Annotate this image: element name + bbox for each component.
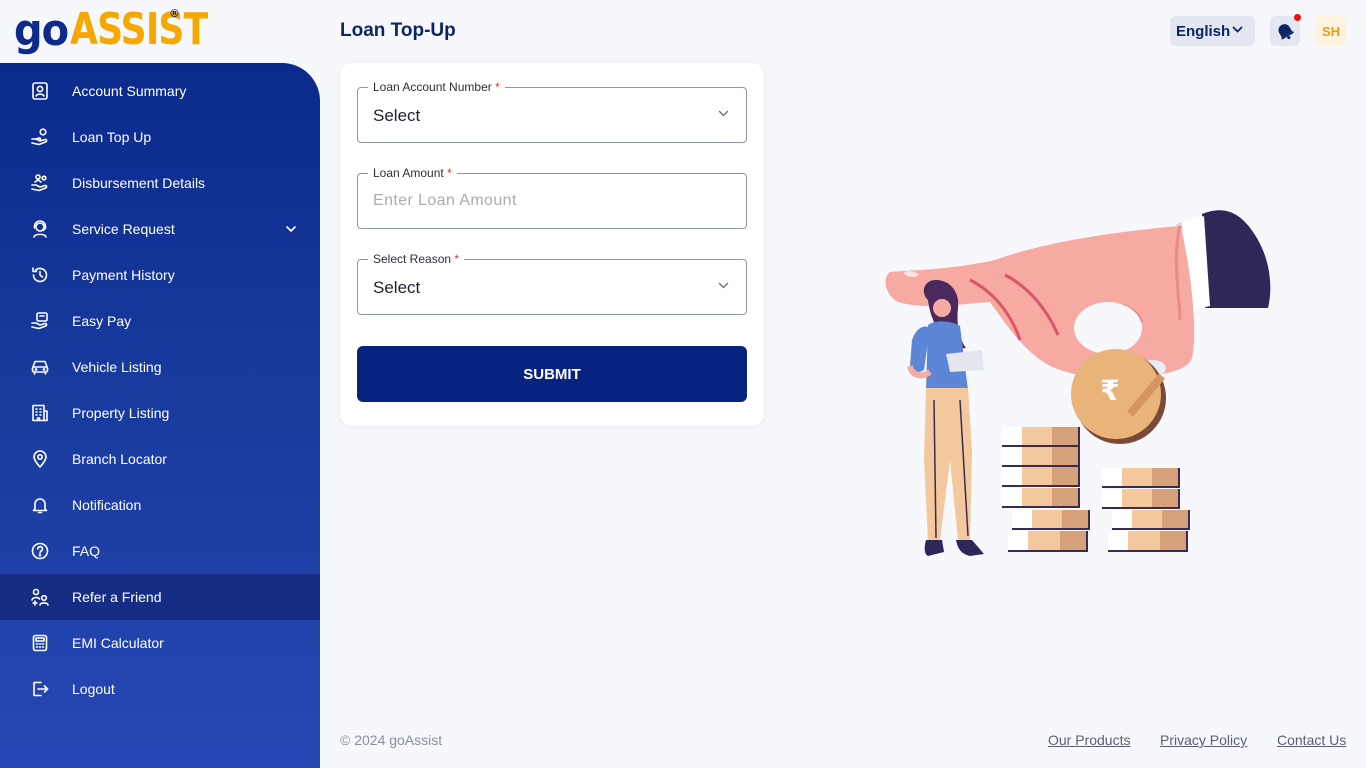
easy-pay-icon <box>31 312 48 330</box>
sidebar-item-branch-locator[interactable]: Branch Locator <box>0 436 320 482</box>
logo-registered-mark: ® <box>169 7 180 20</box>
language-selector[interactable]: English <box>1170 16 1255 46</box>
chevron-down-icon <box>718 282 729 289</box>
loan-amount-input[interactable] <box>373 188 723 214</box>
language-label: English <box>1176 22 1231 40</box>
sidebar-item-label: Payment History <box>72 267 175 283</box>
user-card-icon <box>32 82 48 100</box>
location-pin-icon <box>33 450 47 468</box>
bell-icon <box>32 498 48 514</box>
required-mark: * <box>454 252 460 266</box>
logo-text-assist: ASSIST <box>70 4 208 55</box>
avatar[interactable]: SH <box>1316 16 1346 46</box>
car-icon <box>31 360 49 375</box>
sidebar-item-logout[interactable]: Logout <box>0 666 320 712</box>
sidebar-item-label: Loan Top Up <box>72 129 152 145</box>
footer-link-contact-us[interactable]: Contact Us <box>1277 732 1346 748</box>
loan-account-label: Loan Account Number * <box>368 80 505 94</box>
notification-button[interactable] <box>1270 14 1301 46</box>
sidebar-item-payment-history[interactable]: Payment History <box>0 252 320 298</box>
sidebar-item-label: EMI Calculator <box>72 635 164 651</box>
sidebar-item-label: Service Request <box>72 221 175 237</box>
required-mark: * <box>495 80 500 94</box>
sidebar-item-label: Disbursement Details <box>72 175 206 191</box>
logout-icon <box>33 681 49 697</box>
footer-link-privacy-policy[interactable]: Privacy Policy <box>1160 732 1247 748</box>
refer-friend-icon <box>31 588 49 606</box>
page-title: Loan Top-Up <box>340 20 456 41</box>
woman-figure <box>907 280 984 556</box>
sidebar-item-emi-calculator[interactable]: EMI Calculator <box>0 620 320 666</box>
disbursement-icon <box>31 174 48 192</box>
chevron-down-icon <box>1232 26 1243 33</box>
rupee-symbol: ₹ <box>1100 374 1119 407</box>
sidebar-item-label: Easy Pay <box>72 313 132 329</box>
sidebar-item-faq[interactable]: FAQ <box>0 528 320 574</box>
loan-account-value: Select <box>373 106 421 125</box>
sidebar-item-disbursement-details[interactable]: Disbursement Details <box>0 160 320 206</box>
sleeve-shape <box>1202 210 1271 308</box>
sidebar-item-notification[interactable]: Notification <box>0 482 320 528</box>
history-icon <box>32 267 48 283</box>
notification-badge-dot <box>1294 14 1301 21</box>
building-icon <box>32 404 48 422</box>
coin-stack-left <box>1002 427 1090 552</box>
sidebar-item-label: Refer a Friend <box>72 589 162 605</box>
hand-coin-icon <box>31 128 48 146</box>
loan-amount-label: Loan Amount * <box>368 166 457 180</box>
loan-amount-field: Loan Amount * <box>357 166 747 229</box>
reason-value: Select <box>373 278 421 297</box>
brand-logo[interactable]: go ASSIST ® <box>14 6 238 56</box>
copyright-text: © 2024 goAssist <box>340 732 443 748</box>
reason-select[interactable]: Select Reason * Select <box>357 252 747 315</box>
sidebar-item-label: Branch Locator <box>72 451 167 467</box>
sidebar-item-label: Property Listing <box>72 405 170 421</box>
sidebar-item-service-request[interactable]: Service Request <box>0 206 320 252</box>
question-icon <box>31 542 49 560</box>
sidebar-item-label: Notification <box>72 497 142 513</box>
loan-illustration: ₹ <box>885 210 1271 556</box>
logo-text-go: go <box>14 6 69 56</box>
submit-button[interactable]: SUBMIT <box>357 346 747 402</box>
sidebar-item-property-listing[interactable]: Property Listing <box>0 390 320 436</box>
sidebar-item-label: Vehicle Listing <box>72 359 162 375</box>
required-mark: * <box>447 166 452 180</box>
chevron-down-icon <box>718 110 729 117</box>
coin-stack-right <box>1102 468 1190 552</box>
sidebar: Account Summary Loan Top Up Disbursement… <box>0 63 320 768</box>
sidebar-item-account-summary[interactable]: Account Summary <box>0 68 320 114</box>
sidebar-item-loan-top-up[interactable]: Loan Top Up <box>0 114 320 160</box>
loan-top-up-form: Loan Account Number * Select Loan Amount… <box>340 63 764 426</box>
sidebar-item-label: Logout <box>72 681 115 697</box>
sidebar-item-vehicle-listing[interactable]: Vehicle Listing <box>0 344 320 390</box>
sidebar-item-easy-pay[interactable]: Easy Pay <box>0 298 320 344</box>
chevron-down-icon <box>286 226 296 232</box>
footer-link-our-products[interactable]: Our Products <box>1048 732 1130 748</box>
sidebar-item-refer-a-friend[interactable]: Refer a Friend <box>0 574 320 620</box>
loan-account-select[interactable]: Loan Account Number * Select <box>357 80 747 143</box>
sidebar-item-label: Account Summary <box>72 83 187 99</box>
calculator-icon <box>32 634 48 652</box>
sidebar-item-label: FAQ <box>72 543 101 559</box>
support-agent-icon <box>33 220 47 238</box>
reason-label: Select Reason * <box>368 252 465 266</box>
